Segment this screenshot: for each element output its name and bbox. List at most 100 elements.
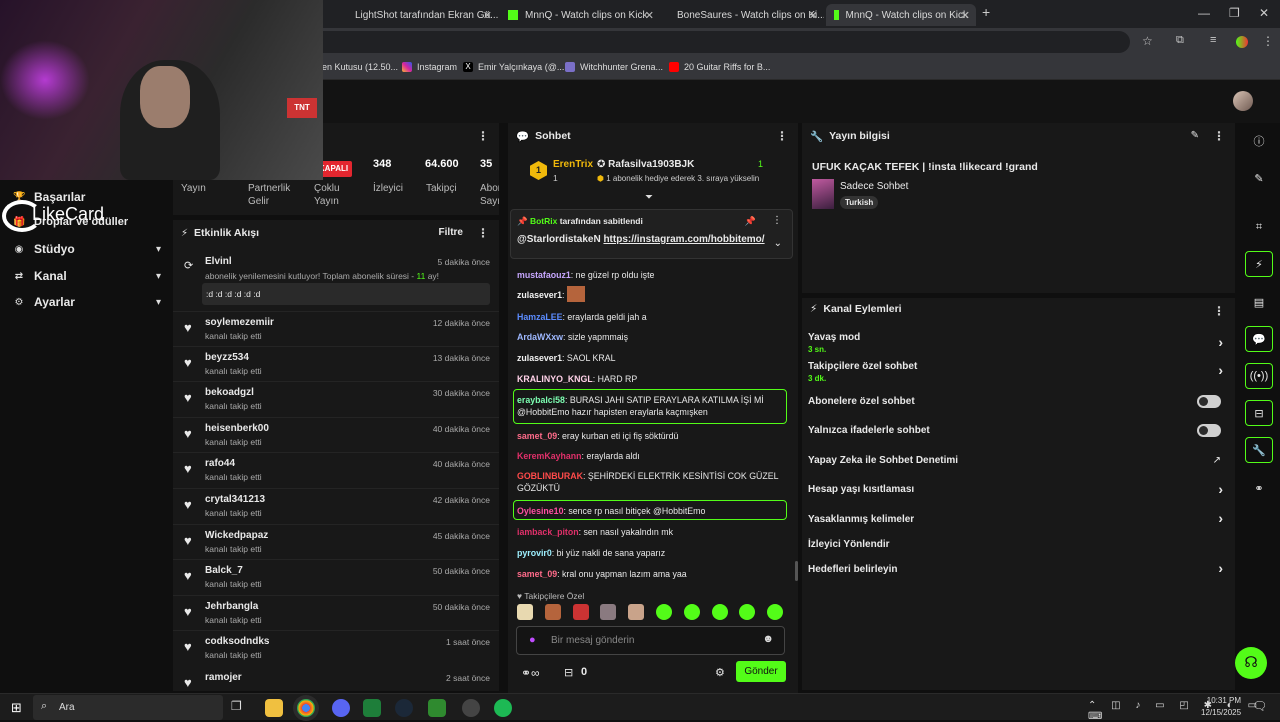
top-gifter-name[interactable]: ErenTrix (553, 159, 593, 170)
bookmark[interactable]: X Emir Yalçınkaya (@... (463, 62, 564, 72)
users-icon[interactable]: ⚭ (1245, 475, 1273, 501)
activity-user[interactable]: bekoadgzl (205, 387, 254, 398)
chat-username[interactable]: ArdaWXxw (517, 332, 563, 342)
pinned-by[interactable]: BotRix (530, 216, 557, 226)
emote-button[interactable] (600, 604, 617, 620)
spotify-icon[interactable] (494, 699, 512, 717)
support-icon[interactable]: ☊ (1235, 647, 1267, 679)
chat-username[interactable]: HamzaLEE (517, 312, 562, 322)
chevron-right-icon[interactable]: › (1218, 334, 1223, 350)
chevron-right-icon[interactable]: › (1218, 362, 1223, 378)
chat-username[interactable]: eraybalci58 (517, 395, 565, 405)
mic-icon[interactable]: ● (529, 634, 536, 646)
lightning-icon[interactable]: ⚡ (1245, 251, 1273, 277)
emote-button[interactable] (711, 604, 728, 620)
chat-username[interactable]: zulasever1 (517, 290, 562, 300)
activity-user[interactable]: soylemezemiir (205, 317, 274, 328)
ai-moderation[interactable]: Yapay Zeka ile Sohbet Denetimi (808, 455, 958, 466)
chat-username[interactable]: iamback_piton (517, 527, 579, 537)
banned-words[interactable]: Yasaklanmış kelimeler (808, 514, 914, 525)
close-window-icon[interactable]: ✕ (1259, 6, 1269, 20)
xbox-icon[interactable] (363, 699, 381, 717)
avatar[interactable] (1233, 91, 1253, 111)
crop-icon[interactable]: ⌗ (1245, 214, 1273, 240)
activity-user[interactable]: Elvinl (205, 256, 232, 267)
stat-label[interactable]: Partnerlik Gelir (248, 182, 300, 208)
bookmark[interactable]: Instagram (402, 62, 457, 72)
more-icon[interactable]: ⋮ (1213, 129, 1225, 143)
discord-icon[interactable] (332, 699, 350, 717)
chat-username[interactable]: GOBLINBURAK (517, 471, 583, 481)
gear-icon[interactable]: ⚙ (715, 666, 725, 679)
pinned-link[interactable]: https://instagram.com/hobbitemo/ (603, 234, 764, 245)
restore-icon[interactable]: ❐ (1229, 6, 1240, 20)
external-link-icon[interactable]: ↗ (1213, 455, 1221, 466)
info-icon[interactable]: ⓘ (1245, 128, 1273, 154)
clock-time[interactable]: 10:31 PM (1203, 696, 1241, 705)
notification-icon[interactable]: 🗨 (1252, 699, 1267, 713)
close-icon[interactable]: ✕ (645, 9, 654, 22)
scrollbar[interactable] (795, 561, 798, 581)
gift-user-row[interactable]: ✪ Rafasilva1903BJK (597, 159, 694, 170)
collapse-icon[interactable]: ⏷ (645, 192, 653, 203)
send-button[interactable]: Gönder (736, 661, 786, 682)
bookmark[interactable]: 20 Guitar Riffs for B... (669, 62, 770, 72)
profile-icon[interactable] (1236, 36, 1248, 48)
category-thumbnail[interactable] (812, 179, 834, 209)
close-icon[interactable]: ✕ (483, 9, 492, 22)
emote-button[interactable] (544, 604, 561, 620)
file-explorer-icon[interactable] (265, 699, 283, 717)
close-icon[interactable]: ✕ (961, 9, 970, 22)
emote-button[interactable] (628, 604, 645, 620)
chat-username[interactable]: KRALINYO_KNGL (517, 374, 593, 384)
activity-user[interactable]: ramojer (205, 672, 242, 683)
more-icon[interactable]: ⋮ (1213, 304, 1225, 318)
extensions-icon[interactable]: ⧉ (1176, 34, 1184, 47)
minimize-icon[interactable]: — (1198, 6, 1210, 20)
address-bar[interactable] (300, 31, 1130, 53)
broadcast-icon[interactable]: ((•)) (1245, 363, 1273, 389)
steam-icon[interactable] (395, 699, 413, 717)
activity-user[interactable]: rafo44 (205, 458, 235, 469)
chat-username[interactable]: zulasever1 (517, 353, 562, 363)
emote-button[interactable] (572, 604, 589, 620)
nav-settings[interactable]: ⚙ Ayarlar ▾ (13, 295, 161, 309)
gift-box-icon[interactable]: ⊟ (564, 666, 573, 679)
game-launcher-icon[interactable] (428, 699, 446, 717)
browser-tab[interactable]: MnnQ - Watch clips on Kick ✕ (500, 4, 660, 26)
taskbar-search[interactable]: ⌕ Ara (33, 695, 223, 720)
nav-studio[interactable]: ◉ Stüdyo ▾ (13, 242, 161, 256)
set-goals[interactable]: Hedefleri belirleyin (808, 564, 897, 575)
more-icon[interactable]: ⋮ (477, 129, 489, 143)
nav-channel[interactable]: ⇄ Kanal ▾ (13, 269, 161, 283)
task-view-icon[interactable]: ❐ (231, 699, 249, 717)
activity-user[interactable]: Wickedpapaz (205, 530, 268, 541)
stat-label[interactable]: Yayın (181, 182, 206, 195)
edit-icon[interactable]: ✎ (1245, 165, 1273, 191)
clock-date[interactable]: 12/15/2025 (1201, 708, 1241, 717)
activity-user[interactable]: Jehrbangla (205, 601, 258, 612)
media-icon[interactable]: ≡ (1210, 34, 1216, 46)
chat-username[interactable]: samet_09 (517, 569, 557, 579)
activity-user[interactable]: beyzz534 (205, 352, 249, 363)
chat-username[interactable]: mustafaouz1 (517, 270, 571, 280)
more-icon[interactable]: ⋮ (772, 215, 782, 226)
archive-icon[interactable]: ⊟ (1245, 400, 1273, 426)
emote-button[interactable] (683, 604, 700, 620)
subscribers-only-toggle[interactable] (1197, 395, 1221, 408)
browser-tab-active[interactable]: MnnQ - Watch clips on Kick ✕ (826, 4, 976, 26)
emoji-icon[interactable]: ☻ (762, 633, 774, 645)
activity-user[interactable]: codksodndks (205, 636, 269, 647)
wrench-icon[interactable]: 🔧 (1245, 437, 1273, 463)
edit-icon[interactable]: ✎ (1191, 130, 1199, 141)
chevron-down-icon[interactable]: ⌄ (774, 238, 782, 249)
chrome-icon[interactable] (297, 699, 315, 717)
chevron-right-icon[interactable]: › (1218, 481, 1223, 497)
star-icon[interactable]: ☆ (1142, 34, 1153, 48)
obs-icon[interactable] (462, 699, 480, 717)
bookmark[interactable]: len Kutusu (12.50... (320, 62, 398, 72)
menu-icon[interactable]: ⋮ (1262, 34, 1274, 48)
pin-icon[interactable]: 📌 (745, 216, 756, 227)
stat-label[interactable]: Çoklu Yayın (314, 182, 354, 208)
emote-button[interactable] (767, 604, 784, 620)
